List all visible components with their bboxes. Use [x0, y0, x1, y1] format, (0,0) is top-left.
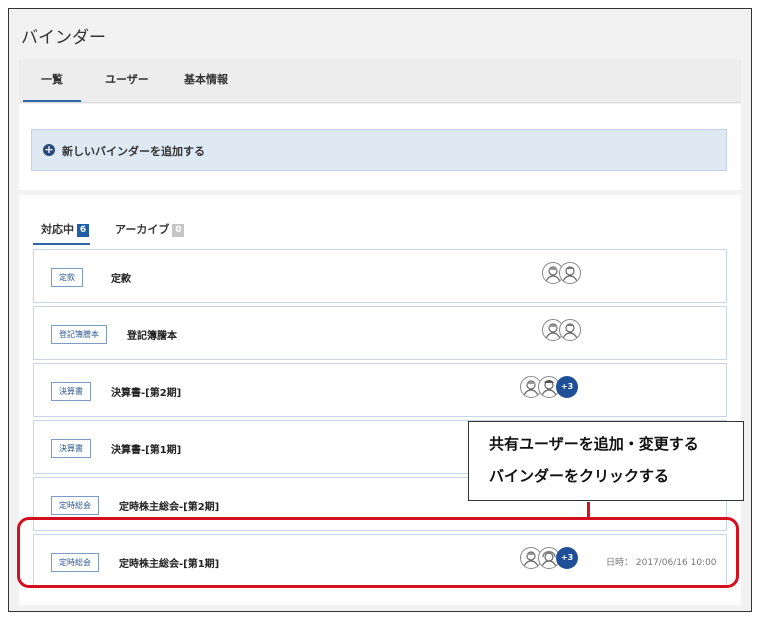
- binder-title: 決算書-[第2期]: [111, 388, 182, 399]
- title-bar: バインダー: [9, 9, 751, 59]
- add-binder-label: 新しいバインダーを追加する: [62, 145, 205, 158]
- tab-basic-info[interactable]: 基本情報: [184, 71, 228, 87]
- callout-connector: [587, 502, 590, 517]
- binder-row[interactable]: 定款 定款: [33, 249, 727, 303]
- instruction-callout: 共有ユーザーを追加・変更する バインダーをクリックする: [468, 421, 744, 501]
- archive-count-badge: 0: [172, 224, 185, 237]
- highlight-frame: [17, 517, 739, 588]
- binder-title: 決算書-[第1期]: [111, 445, 182, 456]
- user-avatar-icon: [559, 262, 581, 284]
- binder-row[interactable]: 決算書 決算書-[第2期] +3: [33, 363, 727, 417]
- user-avatar-icon: [559, 319, 581, 341]
- active-subtab-indicator: [33, 243, 90, 245]
- page-title: バインダー: [21, 28, 106, 48]
- tab-archive[interactable]: アーカイブ 0: [115, 221, 185, 237]
- tab-archive-label: アーカイブ: [115, 223, 170, 236]
- add-binder-panel: + 新しいバインダーを追加する: [19, 104, 741, 190]
- binder-title: 定時株主総会-[第2期]: [119, 502, 220, 513]
- plus-circle-icon: +: [43, 143, 55, 156]
- binder-title: 登記簿謄本: [127, 331, 177, 342]
- in-progress-count-badge: 6: [77, 224, 89, 237]
- add-binder-button[interactable]: + 新しいバインダーを追加する: [31, 129, 727, 171]
- tab-in-progress-label: 対応中: [41, 223, 74, 236]
- binder-category-badge: 定時総会: [51, 496, 99, 515]
- binder-category-badge: 決算書: [51, 439, 91, 458]
- binder-category-badge: 登記簿謄本: [51, 325, 107, 344]
- more-users-badge[interactable]: +3: [556, 376, 578, 398]
- callout-line-1: 共有ユーザーを追加・変更する: [489, 435, 699, 453]
- binder-category-badge: 定款: [51, 268, 83, 287]
- callout-line-2: バインダーをクリックする: [489, 467, 670, 485]
- binder-category-badge: 決算書: [51, 382, 91, 401]
- tab-in-progress[interactable]: 対応中 6: [41, 221, 89, 237]
- binder-title: 定款: [111, 274, 131, 285]
- main-tabs: 一覧 ユーザー 基本情報: [19, 59, 741, 103]
- binder-row[interactable]: 登記簿謄本 登記簿謄本: [33, 306, 727, 360]
- tab-list[interactable]: 一覧: [23, 71, 81, 102]
- tab-users[interactable]: ユーザー: [105, 71, 149, 87]
